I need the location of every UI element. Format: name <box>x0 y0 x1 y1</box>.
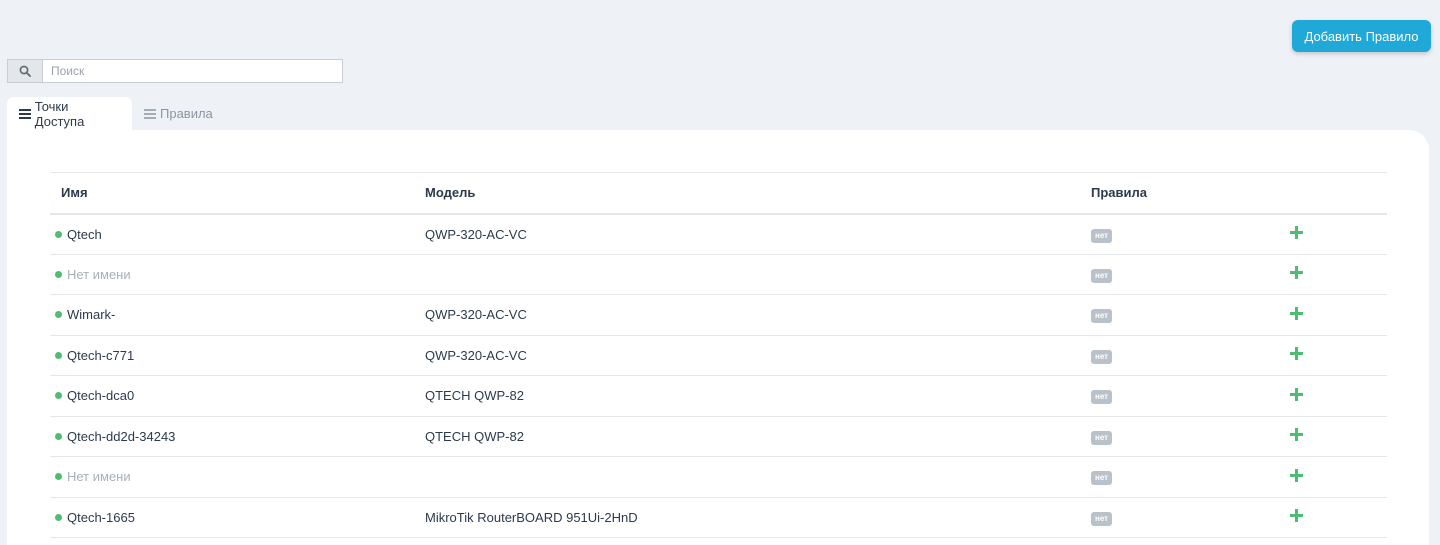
access-point-name: Qtech-1665 <box>67 509 135 525</box>
tab-rules[interactable]: Правила <box>132 97 225 130</box>
search-input[interactable] <box>42 59 343 83</box>
access-point-name: Qtech-c771 <box>67 347 135 363</box>
cell-name[interactable]: Нет имени <box>50 254 414 295</box>
access-point-name: Wimark- <box>67 307 116 323</box>
column-header-rules[interactable]: Правила <box>1080 172 1280 215</box>
access-point-model: QWP-320-AC-VC <box>425 307 527 323</box>
cell-actions <box>1280 456 1387 498</box>
access-points-table: Имя Модель Правила Qtech QWP-320-AC-VC нет… <box>50 172 1387 538</box>
search-bar <box>7 59 343 83</box>
cell-model: QWP-320-AC-VC <box>414 294 1080 336</box>
status-dot-icon <box>55 311 62 319</box>
add-rule-button[interactable]: Добавить Правило <box>1292 20 1431 52</box>
access-point-model: MikroTik RouterBOARD 951Ui-2HnD <box>425 509 638 525</box>
cell-name[interactable]: Qtech <box>50 213 414 255</box>
rules-badge: нет <box>1091 228 1113 243</box>
cell-model: MikroTik RouterBOARD 951Ui-2HnD <box>414 497 1080 538</box>
tab-access-points[interactable]: Точки Доступа <box>7 97 132 130</box>
table-row[interactable]: Нет имени нет <box>50 456 1387 498</box>
status-dot-icon <box>55 513 62 521</box>
list-icon <box>144 108 156 119</box>
tab-rules-label: Правила <box>160 106 213 121</box>
add-rule-plus-icon[interactable] <box>1290 468 1303 482</box>
status-dot-icon <box>55 473 62 481</box>
cell-model: QWP-320-AC-VC <box>414 213 1080 255</box>
cell-model: QTECH QWP-82 <box>414 416 1080 457</box>
access-point-model: QTECH QWP-82 <box>425 428 524 444</box>
access-point-name: Qtech-dca0 <box>67 388 135 404</box>
cell-name[interactable]: Qtech-dca0 <box>50 375 414 417</box>
rules-badge: нет <box>1091 430 1113 445</box>
cell-rules: нет <box>1080 335 1280 376</box>
cell-actions <box>1280 213 1387 255</box>
rules-badge: нет <box>1091 268 1113 283</box>
cell-model <box>414 254 1080 295</box>
access-point-model: QWP-320-AC-VC <box>425 347 527 363</box>
cell-actions <box>1280 254 1387 295</box>
status-dot-icon <box>55 392 62 400</box>
cell-rules: нет <box>1080 456 1280 498</box>
table-row[interactable]: Qtech-dca0 QTECH QWP-82 нет <box>50 375 1387 417</box>
add-rule-plus-icon[interactable] <box>1290 509 1303 523</box>
access-points-panel: Имя Модель Правила Qtech QWP-320-AC-VC нет… <box>7 130 1429 545</box>
status-dot-icon <box>55 432 62 440</box>
cell-rules: нет <box>1080 254 1280 295</box>
search-icon[interactable] <box>7 59 42 83</box>
status-dot-icon <box>55 230 62 238</box>
table-row[interactable]: Qtech-1665 MikroTik RouterBOARD 951Ui-2Hn… <box>50 497 1387 538</box>
list-icon <box>19 108 31 119</box>
rules-badge: нет <box>1091 309 1113 324</box>
table-row[interactable]: Wimark- QWP-320-AC-VC нет <box>50 294 1387 336</box>
add-rule-plus-icon[interactable] <box>1290 347 1303 361</box>
access-point-name: Нет имени <box>67 469 131 485</box>
cell-name[interactable]: Qtech-1665 <box>50 497 414 538</box>
table-header-row: Имя Модель Правила <box>50 172 1387 215</box>
cell-name[interactable]: Нет имени <box>50 456 414 498</box>
cell-actions <box>1280 294 1387 336</box>
cell-rules: нет <box>1080 497 1280 538</box>
add-rule-plus-icon[interactable] <box>1290 266 1303 280</box>
rules-badge: нет <box>1091 349 1113 364</box>
cell-actions <box>1280 375 1387 417</box>
table-row[interactable]: Нет имени нет <box>50 254 1387 295</box>
access-point-model: QTECH QWP-82 <box>425 388 524 404</box>
column-header-actions <box>1280 172 1387 215</box>
column-header-name[interactable]: Имя <box>50 172 414 215</box>
add-rule-plus-icon[interactable] <box>1290 428 1303 442</box>
cell-rules: нет <box>1080 294 1280 336</box>
access-point-name: Qtech-dd2d-34243 <box>67 428 176 444</box>
add-rule-plus-icon[interactable] <box>1290 387 1303 401</box>
rules-badge: нет <box>1091 471 1113 486</box>
table-row[interactable]: Qtech QWP-320-AC-VC нет <box>50 213 1387 255</box>
status-dot-icon <box>55 270 62 278</box>
cell-rules: нет <box>1080 213 1280 255</box>
access-point-name: Нет имени <box>67 266 131 282</box>
cell-actions <box>1280 416 1387 457</box>
add-rule-plus-icon[interactable] <box>1290 306 1303 320</box>
column-header-model[interactable]: Модель <box>414 172 1080 215</box>
cell-model <box>414 456 1080 498</box>
cell-rules: нет <box>1080 375 1280 417</box>
status-dot-icon <box>55 351 62 359</box>
rules-badge: нет <box>1091 511 1113 526</box>
cell-model: QTECH QWP-82 <box>414 375 1080 417</box>
table-row[interactable]: Qtech-dd2d-34243 QTECH QWP-82 нет <box>50 416 1387 457</box>
add-rule-plus-icon[interactable] <box>1290 226 1303 239</box>
rules-badge: нет <box>1091 390 1113 405</box>
cell-rules: нет <box>1080 416 1280 457</box>
cell-actions <box>1280 335 1387 376</box>
cell-name[interactable]: Qtech-dd2d-34243 <box>50 416 414 457</box>
cell-actions <box>1280 497 1387 538</box>
table-row[interactable]: Qtech-c771 QWP-320-AC-VC нет <box>50 335 1387 376</box>
cell-model: QWP-320-AC-VC <box>414 335 1080 376</box>
tab-access-points-label: Точки Доступа <box>34 98 85 129</box>
cell-name[interactable]: Wimark- <box>50 294 414 336</box>
cell-name[interactable]: Qtech-c771 <box>50 335 414 376</box>
tab-bar: Точки Доступа Правила <box>7 97 225 130</box>
access-point-name: Qtech <box>67 226 102 242</box>
access-point-model: QWP-320-AC-VC <box>425 226 527 242</box>
